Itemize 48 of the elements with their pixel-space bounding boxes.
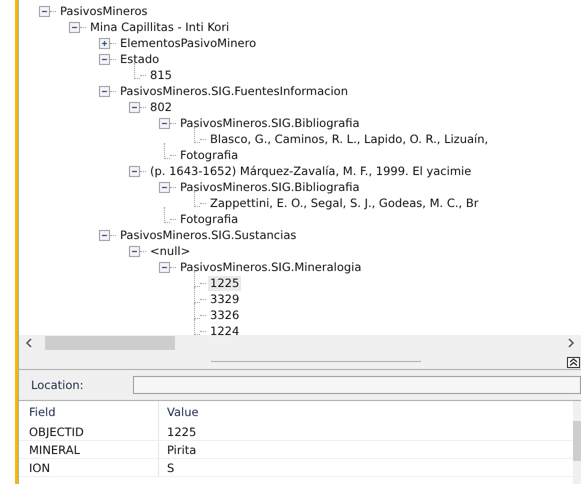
collapse-icon[interactable] bbox=[159, 262, 170, 272]
tree-item[interactable]: ElementosPasivoMinero bbox=[118, 36, 258, 50]
table-cell: ION bbox=[19, 459, 159, 476]
tree-item[interactable]: PasivosMineros.SIG.Bibliografia bbox=[178, 180, 362, 194]
tree-item[interactable]: PasivosMineros bbox=[58, 4, 150, 18]
collapse-icon[interactable] bbox=[129, 166, 140, 176]
collapse-icon[interactable] bbox=[129, 102, 140, 112]
column-header[interactable]: Field bbox=[19, 401, 159, 423]
tree-item[interactable]: 3329 bbox=[208, 292, 242, 306]
tree-item[interactable]: Fotografia bbox=[178, 212, 240, 226]
tree-item[interactable]: PasivosMineros.SIG.Bibliografia bbox=[178, 116, 362, 130]
tree-item[interactable]: PasivosMineros.SIG.Mineralogia bbox=[178, 260, 364, 274]
horizontal-scrollbar[interactable] bbox=[19, 335, 581, 351]
table-cell-text: S bbox=[166, 460, 174, 474]
tree-item[interactable]: PasivosMineros.SIG.Sustancias bbox=[118, 228, 298, 242]
tree-item[interactable]: Mina Capillitas - Inti Kori bbox=[88, 20, 232, 34]
collapse-icon[interactable] bbox=[159, 118, 170, 128]
expand-icon[interactable] bbox=[99, 38, 110, 48]
tree-item[interactable]: PasivosMineros.SIG.FuentesInformacion bbox=[118, 84, 350, 98]
collapse-icon[interactable] bbox=[159, 182, 170, 192]
tree-item[interactable]: 815 bbox=[148, 68, 174, 82]
table-cell: OBJECTID bbox=[19, 423, 159, 440]
table-cell-text: Pirita bbox=[166, 442, 196, 456]
table-cell: MINERAL bbox=[19, 441, 159, 458]
column-header[interactable]: Value bbox=[159, 405, 199, 419]
collapse-icon[interactable] bbox=[69, 22, 80, 32]
table-cell-text: 1225 bbox=[166, 424, 196, 438]
collapse-icon[interactable] bbox=[99, 230, 110, 240]
collapse-icon[interactable] bbox=[129, 246, 140, 256]
tree-item[interactable]: Estado bbox=[118, 52, 162, 66]
collapse-icon[interactable] bbox=[99, 54, 110, 64]
tree-item[interactable]: (p. 1643-1652) Márquez-Zavalía, M. F., 1999. El yacimie bbox=[148, 164, 474, 178]
tree-item[interactable]: 802 bbox=[148, 100, 174, 114]
collapse-panel-icon[interactable] bbox=[567, 357, 580, 368]
collapse-icon[interactable] bbox=[99, 86, 110, 96]
tree-item[interactable]: 1224 bbox=[208, 324, 242, 335]
tree-item[interactable]: Blasco, G., Caminos, R. L., Lapido, O. R., Lizuaín, bbox=[208, 132, 490, 146]
tree-item[interactable]: 1225 bbox=[208, 276, 242, 290]
tree-item[interactable]: Fotografia bbox=[178, 148, 240, 162]
tree-item[interactable]: <null> bbox=[148, 244, 192, 258]
vertical-scrollbar[interactable] bbox=[573, 401, 581, 484]
location-label: Location: bbox=[30, 378, 85, 392]
scroll-right-icon[interactable] bbox=[567, 338, 575, 348]
tree-item[interactable]: 3326 bbox=[208, 308, 242, 322]
scroll-left-icon[interactable] bbox=[25, 338, 33, 348]
location-field[interactable] bbox=[133, 376, 581, 394]
tree-item[interactable]: Zappettini, E. O., Segal, S. J., Godeas, M. C., Br bbox=[208, 196, 480, 210]
collapse-icon[interactable] bbox=[39, 6, 50, 16]
